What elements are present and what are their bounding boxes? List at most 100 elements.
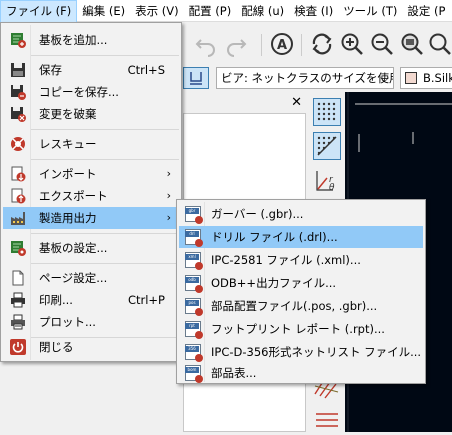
submenu-item-gerber[interactable]: gbr ガーバー (.gbr)...	[179, 203, 423, 225]
submenu-item-ipc-d-356[interactable]: 356 IPC-D-356形式ネットリスト ファイル...	[179, 341, 423, 363]
plot-icon	[10, 314, 26, 330]
menu-item-label: インポート	[39, 167, 97, 181]
file-tag: drl	[185, 231, 199, 237]
file-tag: rpt	[185, 323, 199, 329]
menu-item-import[interactable]: インポート ›	[3, 163, 179, 185]
menu-separator	[31, 263, 179, 264]
netlist-file-icon: 356	[185, 344, 203, 362]
file-tag: gbr	[185, 208, 199, 214]
bom-file-icon: bom	[185, 365, 203, 383]
polar-coordinates-icon[interactable]: rθ	[313, 168, 341, 194]
file-tag: pos	[185, 300, 199, 306]
submenu-item-ipc2581[interactable]: xml IPC-2581 ファイル (.xml)...	[179, 249, 423, 271]
menu-separator	[31, 233, 179, 234]
menu-preferences[interactable]: 設定 (P	[402, 0, 450, 22]
board-setup-icon	[10, 240, 26, 256]
badge	[195, 375, 203, 383]
via-size-combo-value: ビア: ネットクラスのサイズを使用	[221, 71, 394, 85]
menu-item-save[interactable]: 保存 Ctrl+S	[3, 59, 179, 81]
submenu-item-drill[interactable]: drl ドリル ファイル (.drl)...	[179, 226, 423, 248]
main-toolbar: A	[183, 26, 452, 64]
menu-item-revert[interactable]: 変更を破棄	[3, 103, 179, 125]
menu-item-label: プロット...	[39, 315, 96, 329]
zoom-out-icon[interactable]	[369, 31, 395, 57]
submenu-item-position[interactable]: pos 部品配置ファイル(.pos, .gbr)...	[179, 295, 423, 317]
menu-separator	[31, 129, 179, 130]
menu-edit[interactable]: 編集 (E)	[77, 0, 130, 22]
menu-item-board-setup[interactable]: 基板の設定...	[3, 237, 179, 259]
grid-overlay-icon[interactable]	[313, 132, 341, 160]
close-icon[interactable]: ✕	[291, 95, 302, 110]
menu-item-save-copy[interactable]: コピーを保存...	[3, 81, 179, 103]
menu-item-print[interactable]: 印刷... Ctrl+P	[3, 289, 179, 311]
menu-item-label: 製造用出力	[39, 211, 97, 225]
find-icon[interactable]: A	[269, 31, 295, 57]
menu-separator	[31, 159, 179, 160]
menu-file[interactable]: ファイル (F)	[0, 0, 78, 24]
secondary-toolbar: ビア: ネットクラスのサイズを使用 ⌵ B.Silk	[183, 64, 452, 92]
submenu-item-odb[interactable]: odb ODB++出力ファイル...	[179, 272, 423, 294]
file-menu: 基板を追加... 保存 Ctrl+S コピーを保存... 変更を破棄 レスキュー	[0, 22, 182, 362]
position-file-icon: pos	[185, 298, 203, 316]
menubar: ファイル (F) 編集 (E) 表示 (V) 配置 (P) 配線 (u) 検査 …	[0, 0, 452, 24]
zoom-selection-icon[interactable]	[427, 31, 452, 57]
menu-item-label: 印刷...	[39, 293, 73, 307]
menu-item-label: ページ設定...	[39, 271, 108, 285]
undo-icon[interactable]	[193, 31, 219, 57]
menu-item-label: 基板の設定...	[39, 241, 108, 255]
layer-combo[interactable]: B.Silk	[400, 67, 452, 89]
redo-icon[interactable]	[223, 31, 249, 57]
menu-item-shortcut: Ctrl+P	[127, 293, 165, 307]
refresh-icon[interactable]	[309, 31, 335, 57]
menu-item-close[interactable]: 閉じる	[3, 336, 179, 358]
menu-item-page-setup[interactable]: ページ設定...	[3, 267, 179, 289]
zoom-fit-icon[interactable]	[399, 31, 425, 57]
toolbar-divider	[261, 34, 262, 56]
zoom-in-icon[interactable]	[339, 31, 365, 57]
badge	[195, 308, 203, 316]
chevron-right-icon: ›	[166, 211, 171, 224]
menu-item-label: エクスポート	[39, 189, 108, 203]
grid-dots-icon[interactable]	[313, 98, 341, 126]
drill-file-icon: drl	[185, 229, 203, 247]
badge	[195, 331, 203, 339]
menu-view[interactable]: 表示 (V)	[130, 0, 184, 22]
submenu-item-label: ドリル ファイル (.drl)...	[211, 230, 338, 244]
add-board-icon	[10, 32, 26, 48]
via-size-combo[interactable]: ビア: ネットクラスのサイズを使用 ⌵	[216, 67, 394, 89]
menu-item-rescue[interactable]: レスキュー	[3, 133, 179, 155]
menu-route[interactable]: 配線 (u)	[236, 0, 289, 22]
menu-item-plot[interactable]: プロット...	[3, 311, 179, 333]
submenu-item-label: ODB++出力ファイル...	[211, 276, 337, 290]
svg-text:θ: θ	[329, 183, 335, 193]
menu-item-add-board[interactable]: 基板を追加...	[3, 29, 179, 51]
badge	[195, 285, 203, 293]
save-icon	[10, 62, 26, 78]
save-copy-icon	[10, 84, 26, 100]
layer-combo-value: B.Silk	[423, 71, 452, 85]
submenu-item-footprint-report[interactable]: rpt フットプリント レポート (.rpt)...	[179, 318, 423, 340]
submenu-item-label: ガーバー (.gbr)...	[211, 207, 304, 221]
submenu-item-label: IPC-2581 ファイル (.xml)...	[211, 253, 361, 267]
menu-item-fabrication-outputs[interactable]: 製造用出力 ›	[3, 207, 179, 229]
import-icon	[10, 166, 26, 182]
badge	[195, 262, 203, 270]
toolbar-divider	[301, 34, 302, 56]
print-icon	[10, 292, 26, 308]
track-width-icon[interactable]	[183, 67, 209, 89]
submenu-item-label: フットプリント レポート (.rpt)...	[211, 322, 385, 336]
menu-item-export[interactable]: エクスポート ›	[3, 185, 179, 207]
board-edge-icon[interactable]	[312, 406, 342, 432]
menu-tools[interactable]: ツール (T)	[338, 0, 402, 22]
menu-item-label: コピーを保存...	[39, 85, 119, 99]
menu-item-label: レスキュー	[39, 137, 97, 151]
badge	[195, 354, 203, 362]
rescue-icon	[10, 136, 26, 152]
submenu-item-label: IPC-D-356形式ネットリスト ファイル...	[211, 345, 422, 359]
menu-item-label: 基板を追加...	[39, 33, 108, 47]
menu-place[interactable]: 配置 (P)	[184, 0, 237, 22]
file-tag: bom	[185, 367, 199, 373]
badge	[195, 216, 203, 224]
submenu-item-bom[interactable]: bom 部品表...	[179, 362, 423, 384]
menu-inspect[interactable]: 検査 (I)	[289, 0, 338, 22]
